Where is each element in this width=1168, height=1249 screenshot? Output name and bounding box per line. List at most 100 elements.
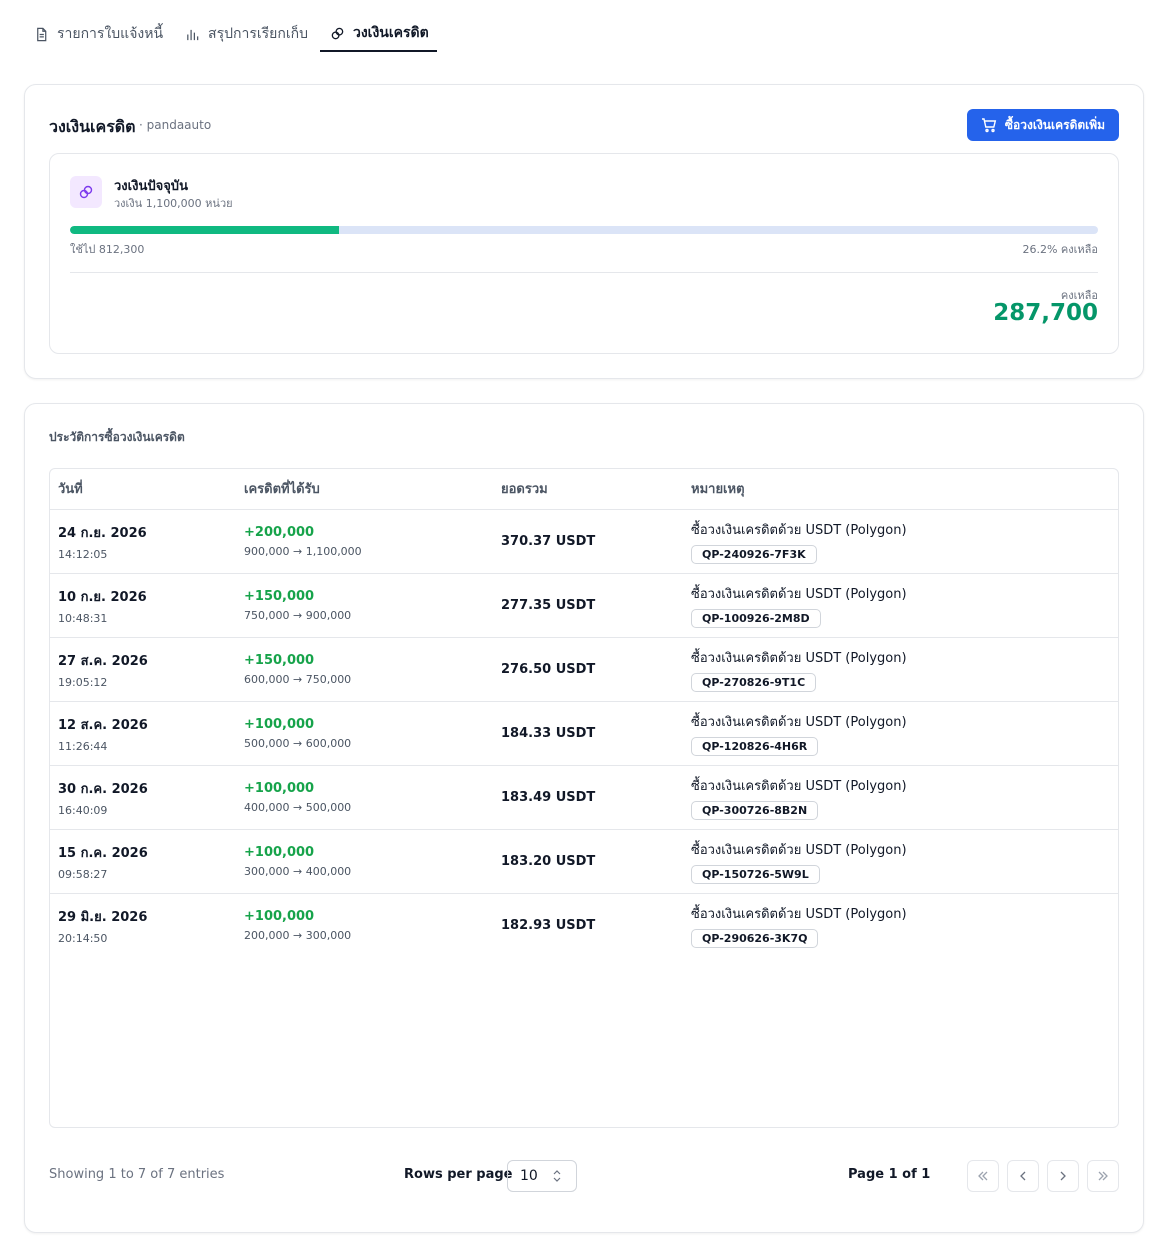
limit-icon-box (70, 176, 102, 208)
cell-note: ซื้อวงเงินเครดิตด้วย USDT (Polygon) QP-12… (683, 701, 1118, 766)
cell-total: 276.50 USDT (493, 637, 683, 702)
tab-credit-limit[interactable]: วงเงินเครดิต (319, 16, 437, 52)
reference-badge: QP-120826-4H6R (691, 736, 819, 756)
row-note: ซื้อวงเงินเครดิตด้วย USDT (Polygon) (691, 650, 907, 666)
table-row: 29 มิ.ย. 2026 20:14:50 +100,000 200,000 → 3… (50, 893, 1118, 957)
row-total: 183.20 USDT (501, 853, 596, 869)
row-note: ซื้อวงเงินเครดิตด้วย USDT (Polygon) (691, 842, 907, 858)
buy-credit-label: ซื้อวงเงินเครดิตเพิ่ม (1004, 117, 1106, 132)
row-date: 15 ก.ค. 2026 (58, 845, 148, 861)
row-credit-range: 500,000 → 600,000 (244, 736, 352, 750)
history-title: ประวัติการซื้อวงเงินเครดิต (49, 430, 185, 444)
divider (70, 272, 1098, 273)
cell-credit: +100,000 200,000 → 300,000 (236, 893, 493, 957)
chevron-up-down-icon (553, 1170, 561, 1182)
table-row: 27 ส.ค. 2026 19:05:12 +150,000 600,000 → 75… (50, 637, 1118, 702)
row-credit-amount: +150,000 (244, 588, 315, 604)
row-total: 370.37 USDT (501, 533, 596, 549)
cell-date: 12 ส.ค. 2026 11:26:44 (50, 701, 236, 766)
row-total: 183.49 USDT (501, 789, 596, 805)
cell-note: ซื้อวงเงินเครดิตด้วย USDT (Polygon) QP-30… (683, 765, 1118, 830)
usage-progress-bar (70, 226, 1098, 234)
cell-date: 24 ก.ย. 2026 14:12:05 (50, 509, 236, 574)
row-date: 24 ก.ย. 2026 (58, 525, 147, 541)
tab-invoices[interactable]: รายการใบแจ้งหนี้ (24, 16, 171, 52)
row-time: 09:58:27 (58, 867, 108, 881)
chevron-left-icon (1020, 1171, 1026, 1181)
account-name: · pandaauto (139, 118, 212, 132)
cell-date: 30 ก.ค. 2026 16:40:09 (50, 765, 236, 830)
row-time: 19:05:12 (58, 675, 108, 689)
history-table: วันที่ เครดิตที่ได้รับ ยอดรวม หมายเหตุ 2… (49, 468, 1119, 1128)
row-credit-amount: +200,000 (244, 524, 315, 540)
cell-date: 10 ก.ย. 2026 10:48:31 (50, 573, 236, 638)
row-credit-amount: +150,000 (244, 652, 315, 668)
row-credit-range: 600,000 → 750,000 (244, 672, 352, 686)
row-time: 10:48:31 (58, 611, 108, 625)
bar-chart-icon (187, 29, 199, 40)
row-credit-range: 900,000 → 1,100,000 (244, 544, 362, 558)
column-header-date: วันที่ (50, 469, 236, 510)
row-credit-amount: +100,000 (244, 780, 315, 796)
limit-amount: วงเงิน 1,100,000 หน่วย (114, 197, 233, 210)
buy-credit-button[interactable]: ซื้อวงเงินเครดิตเพิ่ม (967, 109, 1119, 141)
cell-total: 183.49 USDT (493, 765, 683, 830)
link-icon (331, 27, 344, 39)
previous-page-button[interactable] (1007, 1160, 1039, 1192)
column-header-total: ยอดรวม (493, 469, 683, 510)
row-time: 11:26:44 (58, 739, 108, 753)
reference-badge: QP-290626-3K7Q (691, 928, 819, 948)
cell-credit: +150,000 600,000 → 750,000 (236, 637, 493, 702)
row-total: 276.50 USDT (501, 661, 596, 677)
link-icon (79, 185, 93, 199)
row-total: 182.93 USDT (501, 917, 596, 933)
row-date: 29 มิ.ย. 2026 (58, 909, 148, 925)
row-note: ซื้อวงเงินเครดิตด้วย USDT (Polygon) (691, 906, 907, 922)
cell-credit: +150,000 750,000 → 900,000 (236, 573, 493, 638)
row-credit-amount: +100,000 (244, 716, 315, 732)
table-row: 12 ส.ค. 2026 11:26:44 +100,000 500,000 → 60… (50, 701, 1118, 766)
rows-per-page-label: Rows per page (404, 1167, 513, 1182)
card-title: วงเงินเครดิต (49, 117, 136, 136)
page-indicator: Page 1 of 1 (848, 1167, 931, 1182)
current-limit-panel: วงเงินปัจจุบัน วงเงิน 1,100,000 หน่วย ใช… (49, 153, 1119, 354)
tab-label: รายการใบแจ้งหนี้ (57, 26, 164, 42)
remaining-percent: 26.2% คงเหลือ (1022, 243, 1098, 256)
rows-per-page-select[interactable]: 10 (507, 1160, 577, 1192)
row-note: ซื้อวงเงินเครดิตด้วย USDT (Polygon) (691, 714, 907, 730)
purchase-history-card: ประวัติการซื้อวงเงินเครดิต วันที่ เครดิต… (24, 403, 1144, 1233)
row-time: 14:12:05 (58, 547, 108, 561)
current-limit-title: วงเงินปัจจุบัน (114, 179, 188, 194)
reference-badge: QP-240926-7F3K (691, 544, 817, 564)
row-credit-amount: +100,000 (244, 908, 315, 924)
rows-per-page-value: 10 (520, 1168, 538, 1184)
last-page-button[interactable] (1087, 1160, 1119, 1192)
cell-credit: +200,000 900,000 → 1,100,000 (236, 509, 493, 574)
entries-summary: Showing 1 to 7 of 7 entries (49, 1167, 225, 1182)
cell-note: ซื้อวงเงินเครดิตด้วย USDT (Polygon) QP-15… (683, 829, 1118, 894)
tab-billing-summary[interactable]: สรุปการเรียกเก็บ (175, 16, 316, 52)
tab-bar: รายการใบแจ้งหนี้ สรุปการเรียกเก็บ วงเงิน… (24, 16, 437, 52)
remaining-value: 287,700 (993, 300, 1098, 326)
first-page-button[interactable] (967, 1160, 999, 1192)
credit-limit-card: วงเงินเครดิต · pandaauto ซื้อวงเงินเครดิ… (24, 84, 1144, 379)
column-header-credit: เครดิตที่ได้รับ (236, 469, 493, 510)
cell-total: 182.93 USDT (493, 893, 683, 957)
next-page-button[interactable] (1047, 1160, 1079, 1192)
cell-credit: +100,000 300,000 → 400,000 (236, 829, 493, 894)
cell-total: 184.33 USDT (493, 701, 683, 766)
table-row: 10 ก.ย. 2026 10:48:31 +150,000 750,000 → 90… (50, 573, 1118, 638)
tab-label: สรุปการเรียกเก็บ (208, 26, 308, 42)
cell-note: ซื้อวงเงินเครดิตด้วย USDT (Polygon) QP-29… (683, 893, 1118, 957)
reference-badge: QP-100926-2M8D (691, 608, 821, 628)
reference-badge: QP-270826-9T1C (691, 672, 817, 692)
usage-progress-fill (70, 226, 340, 234)
cell-date: 27 ส.ค. 2026 19:05:12 (50, 637, 236, 702)
table-header-row: วันที่ เครดิตที่ได้รับ ยอดรวม หมายเหตุ (50, 469, 1118, 510)
cell-total: 183.20 USDT (493, 829, 683, 894)
row-note: ซื้อวงเงินเครดิตด้วย USDT (Polygon) (691, 586, 907, 602)
table-row: 30 ก.ค. 2026 16:40:09 +100,000 400,000 → 50… (50, 765, 1118, 830)
chevrons-left-icon (978, 1171, 988, 1181)
table-row: 24 ก.ย. 2026 14:12:05 +200,000 900,000 → 1,… (50, 509, 1118, 574)
cell-date: 29 มิ.ย. 2026 20:14:50 (50, 893, 236, 957)
